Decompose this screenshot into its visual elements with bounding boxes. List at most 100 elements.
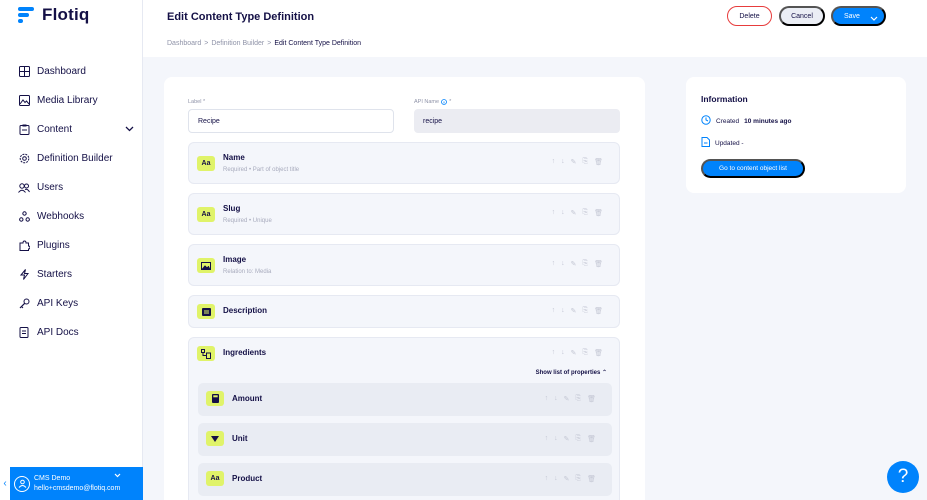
move-up-icon[interactable]: ↑	[552, 260, 556, 268]
api-name-input: recipe	[414, 109, 620, 133]
api-name-caption-text: API Name	[414, 99, 440, 105]
field-row-description[interactable]: Description ↑ ↓ ✎ ⎘ 🗑	[188, 295, 620, 328]
copy-icon[interactable]: ⎘	[583, 349, 589, 357]
chevron-down-icon[interactable]	[125, 124, 134, 135]
sub-field-name: Unit	[232, 434, 248, 443]
user-menu[interactable]: ‹ CMS Demo hello+cmsdemo@flotiq.com	[0, 467, 143, 500]
sidebar-item-webhooks[interactable]: Webhooks	[0, 202, 143, 231]
logo[interactable]: Flotiq	[16, 5, 89, 25]
field-row-ingredients[interactable]: Ingredients ↑ ↓ ✎ ⎘ 🗑 Show list of propertie…	[188, 337, 620, 500]
flotiq-logo-icon	[16, 5, 36, 25]
sub-field-row-unit[interactable]: Unit ↑ ↓ ✎ ⎘ 🗑	[198, 423, 612, 456]
breadcrumb-item-dashboard[interactable]: Dashboard	[167, 40, 201, 47]
edit-icon[interactable]: ✎	[564, 435, 570, 443]
copy-icon[interactable]: ⎘	[583, 307, 589, 315]
chevron-down-icon[interactable]	[114, 473, 121, 480]
sidebar-item-label: API Keys	[37, 298, 79, 309]
sidebar-item-definition-builder[interactable]: Definition Builder	[0, 144, 143, 173]
copy-icon[interactable]: ⎘	[583, 158, 589, 166]
move-down-icon[interactable]: ↓	[561, 260, 565, 268]
move-down-icon[interactable]: ↓	[561, 307, 565, 315]
delete-button[interactable]: Delete	[727, 6, 772, 26]
delete-icon[interactable]: 🗑	[594, 260, 603, 268]
text-type-icon: Aa	[206, 471, 224, 486]
edit-icon[interactable]: ✎	[571, 307, 577, 315]
created-value: 10 minutes ago	[744, 117, 792, 125]
show-properties-toggle[interactable]: Show list of properties ⌃	[536, 369, 607, 376]
number-type-icon	[206, 391, 224, 406]
copy-icon[interactable]: ⎘	[576, 475, 582, 483]
delete-icon[interactable]: 🗑	[587, 395, 596, 403]
chevron-up-icon: ⌃	[601, 370, 607, 376]
move-down-icon[interactable]: ↓	[561, 158, 565, 166]
copy-icon[interactable]: ⎘	[583, 260, 589, 268]
go-to-content-list-button[interactable]: Go to content object list	[701, 159, 805, 178]
chevron-down-icon[interactable]	[864, 8, 884, 28]
copy-icon[interactable]: ⎘	[576, 395, 582, 403]
document-icon	[701, 137, 710, 149]
breadcrumb-separator: >	[204, 40, 209, 47]
key-icon	[18, 298, 30, 310]
move-up-icon[interactable]: ↑	[545, 435, 549, 443]
move-down-icon[interactable]: ↓	[561, 209, 565, 217]
sidebar-item-api-keys[interactable]: API Keys	[0, 289, 143, 318]
move-up-icon[interactable]: ↑	[552, 349, 556, 357]
bolt-icon	[18, 269, 30, 281]
copy-icon[interactable]: ⎘	[576, 435, 582, 443]
field-actions: ↑ ↓ ✎ ⎘ 🗑	[545, 475, 596, 483]
edit-icon[interactable]: ✎	[571, 158, 577, 166]
field-row-slug[interactable]: Aa Slug Required • Unique ↑ ↓ ✎ ⎘ 🗑	[188, 193, 620, 235]
text-type-icon: Aa	[197, 207, 215, 222]
sidebar: Flotiq Dashboard Media Library Content D…	[0, 0, 143, 500]
copy-icon[interactable]: ⎘	[583, 209, 589, 217]
move-down-icon[interactable]: ↓	[554, 395, 558, 403]
edit-icon[interactable]: ✎	[564, 395, 570, 403]
move-down-icon[interactable]: ↓	[561, 349, 565, 357]
edit-icon[interactable]: ✎	[571, 260, 577, 268]
sub-field-row-amount[interactable]: Amount ↑ ↓ ✎ ⎘ 🗑	[198, 383, 612, 416]
save-button[interactable]: Save	[831, 6, 886, 26]
sidebar-item-dashboard[interactable]: Dashboard	[0, 57, 143, 86]
field-actions: ↑ ↓ ✎ ⎘ 🗑	[552, 260, 603, 268]
field-row-name[interactable]: Aa Name Required • Part of object title …	[188, 142, 620, 184]
sidebar-item-plugins[interactable]: Plugins	[0, 231, 143, 260]
sidebar-item-api-docs[interactable]: API Docs	[0, 318, 143, 347]
edit-icon[interactable]: ✎	[571, 209, 577, 217]
move-up-icon[interactable]: ↑	[545, 475, 549, 483]
field-description: Required • Unique	[223, 218, 272, 224]
collapse-sidebar-icon[interactable]: ‹	[0, 467, 10, 500]
field-actions: ↑ ↓ ✎ ⎘ 🗑	[545, 395, 596, 403]
cancel-button[interactable]: Cancel	[779, 6, 825, 26]
delete-icon[interactable]: 🗑	[594, 307, 603, 315]
delete-icon[interactable]: 🗑	[587, 475, 596, 483]
label-field-caption: Label *	[188, 99, 206, 105]
delete-icon[interactable]: 🗑	[587, 435, 596, 443]
field-row-image[interactable]: Image Relation to: Media ↑ ↓ ✎ ⎘ 🗑	[188, 244, 620, 286]
delete-icon[interactable]: 🗑	[594, 158, 603, 166]
sidebar-item-content[interactable]: Content	[0, 115, 143, 144]
avatar	[14, 475, 30, 492]
sub-field-row-product[interactable]: Aa Product ↑ ↓ ✎ ⎘ 🗑	[198, 463, 612, 496]
sidebar-item-users[interactable]: Users	[0, 173, 143, 202]
field-description: Relation to: Media	[223, 269, 272, 275]
delete-icon[interactable]: 🗑	[594, 349, 603, 357]
edit-icon[interactable]: ✎	[571, 349, 577, 357]
move-up-icon[interactable]: ↑	[545, 395, 549, 403]
help-button[interactable]: ?	[887, 461, 919, 493]
move-up-icon[interactable]: ↑	[552, 209, 556, 217]
clock-icon	[701, 115, 711, 127]
delete-icon[interactable]: 🗑	[594, 209, 603, 217]
sidebar-item-media-library[interactable]: Media Library	[0, 86, 143, 115]
move-down-icon[interactable]: ↓	[554, 475, 558, 483]
updated-label: Updated -	[715, 139, 744, 147]
move-up-icon[interactable]: ↑	[552, 158, 556, 166]
field-name: Image	[223, 255, 247, 264]
move-up-icon[interactable]: ↑	[552, 307, 556, 315]
grid-icon	[18, 66, 30, 78]
user-info: CMS Demo hello+cmsdemo@flotiq.com	[34, 474, 120, 494]
sidebar-item-starters[interactable]: Starters	[0, 260, 143, 289]
breadcrumb-item-definition-builder[interactable]: Definition Builder	[211, 40, 264, 47]
move-down-icon[interactable]: ↓	[554, 435, 558, 443]
label-input[interactable]: Recipe	[188, 109, 394, 133]
edit-icon[interactable]: ✎	[564, 475, 570, 483]
